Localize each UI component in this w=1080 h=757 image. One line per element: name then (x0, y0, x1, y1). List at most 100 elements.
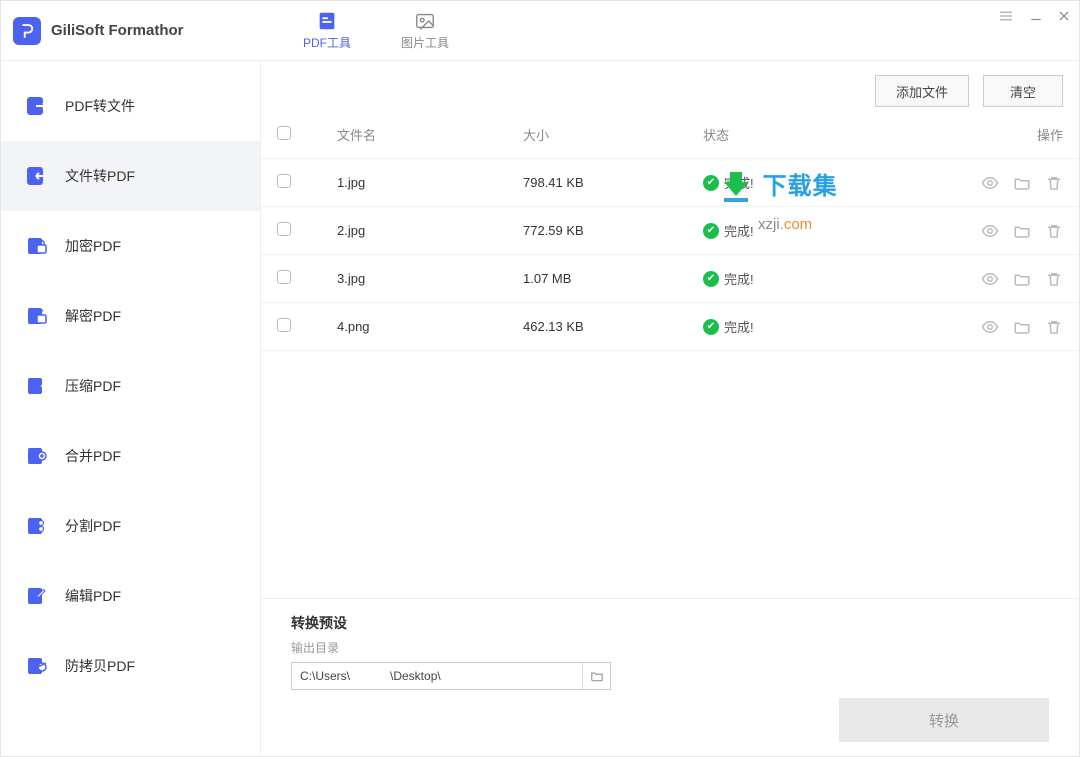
preview-icon[interactable] (981, 318, 999, 336)
unlock-icon (25, 304, 49, 328)
sidebar-item-edit-pdf[interactable]: 编辑PDF (1, 561, 260, 631)
table-row: 3.jpg 1.07 MB ✔完成! (261, 255, 1079, 303)
menu-icon[interactable] (997, 9, 1015, 23)
sidebar: PDF转文件 文件转PDF 加密PDF 解密PDF 压缩PDF 合并PDF 分割… (1, 61, 261, 756)
merge-icon (25, 444, 49, 468)
file-table: 文件名 大小 状态 操作 1.jpg 798.41 KB ✔完成! 2.jpg … (261, 111, 1079, 598)
table-row: 2.jpg 772.59 KB ✔完成! (261, 207, 1079, 255)
app-logo-icon (13, 17, 41, 45)
tab-pdf-tools[interactable]: PDF工具 (303, 10, 351, 51)
clear-button[interactable]: 清空 (983, 75, 1063, 107)
row-name: 1.jpg (337, 175, 523, 190)
open-folder-icon[interactable] (1013, 270, 1031, 288)
top-tabs: PDF工具 图片工具 (303, 10, 449, 51)
sidebar-item-label: 防拷贝PDF (65, 656, 135, 676)
check-circle-icon: ✔ (703, 175, 719, 191)
app-title: GiliSoft Formathor (51, 22, 184, 39)
image-icon (414, 10, 436, 32)
row-size: 798.41 KB (523, 175, 703, 190)
edit-icon (25, 584, 49, 608)
sidebar-item-split-pdf[interactable]: 分割PDF (1, 491, 260, 561)
row-ops (903, 270, 1063, 288)
sidebar-item-encrypt-pdf[interactable]: 加密PDF (1, 211, 260, 281)
checkbox-all[interactable] (277, 126, 337, 143)
row-checkbox[interactable] (277, 270, 337, 287)
convert-bar: 转换 (291, 698, 1049, 742)
add-file-button[interactable]: 添加文件 (875, 75, 969, 107)
close-icon[interactable] (1057, 9, 1071, 23)
row-size: 772.59 KB (523, 223, 703, 238)
main-area: 添加文件 清空 文件名 大小 状态 操作 1.jpg 798.41 KB ✔完成… (261, 61, 1079, 756)
sidebar-item-label: PDF转文件 (65, 96, 135, 116)
convert-button[interactable]: 转换 (839, 698, 1049, 742)
check-circle-icon: ✔ (703, 223, 719, 239)
logo-area: GiliSoft Formathor (13, 17, 263, 45)
row-name: 4.png (337, 319, 523, 334)
sidebar-item-merge-pdf[interactable]: 合并PDF (1, 421, 260, 491)
row-name: 3.jpg (337, 271, 523, 286)
window-controls (997, 9, 1071, 23)
row-status: ✔完成! (703, 173, 903, 192)
minimize-icon[interactable] (1029, 9, 1043, 23)
delete-icon[interactable] (1045, 270, 1063, 288)
check-circle-icon: ✔ (703, 271, 719, 287)
sidebar-item-anticopy-pdf[interactable]: 防拷贝PDF (1, 631, 260, 701)
open-folder-icon[interactable] (1013, 318, 1031, 336)
row-ops (903, 174, 1063, 192)
preview-icon[interactable] (981, 270, 999, 288)
sidebar-item-label: 文件转PDF (65, 166, 135, 186)
pdf-icon (316, 10, 338, 32)
row-status: ✔完成! (703, 317, 903, 336)
row-size: 1.07 MB (523, 271, 703, 286)
sidebar-item-label: 加密PDF (65, 236, 121, 256)
row-size: 462.13 KB (523, 319, 703, 334)
sidebar-item-label: 合并PDF (65, 446, 121, 466)
preset-title: 转换预设 (291, 613, 1049, 633)
tab-image-tools[interactable]: 图片工具 (401, 10, 449, 51)
tab-image-label: 图片工具 (401, 34, 449, 51)
tab-pdf-label: PDF工具 (303, 34, 351, 51)
import-icon (25, 164, 49, 188)
row-ops (903, 222, 1063, 240)
sidebar-item-decrypt-pdf[interactable]: 解密PDF (1, 281, 260, 351)
row-status: ✔完成! (703, 221, 903, 240)
output-path-input[interactable] (292, 669, 582, 683)
delete-icon[interactable] (1045, 222, 1063, 240)
titlebar: GiliSoft Formathor PDF工具 图片工具 (1, 1, 1079, 61)
open-folder-icon[interactable] (1013, 222, 1031, 240)
row-name: 2.jpg (337, 223, 523, 238)
sidebar-item-label: 解密PDF (65, 306, 121, 326)
main-toolbar: 添加文件 清空 (261, 61, 1079, 111)
output-dir-label: 输出目录 (291, 639, 1049, 656)
col-size: 大小 (523, 125, 703, 144)
sidebar-item-pdf-to-file[interactable]: PDF转文件 (1, 71, 260, 141)
col-ops: 操作 (903, 125, 1063, 144)
sidebar-item-label: 压缩PDF (65, 376, 121, 396)
sidebar-item-compress-pdf[interactable]: 压缩PDF (1, 351, 260, 421)
col-status: 状态 (703, 125, 903, 144)
sidebar-item-label: 编辑PDF (65, 586, 121, 606)
col-name: 文件名 (337, 125, 523, 144)
preview-icon[interactable] (981, 174, 999, 192)
row-checkbox[interactable] (277, 318, 337, 335)
preview-icon[interactable] (981, 222, 999, 240)
compress-icon (25, 374, 49, 398)
row-ops (903, 318, 1063, 336)
sidebar-item-file-to-pdf[interactable]: 文件转PDF (1, 141, 260, 211)
lock-icon (25, 234, 49, 258)
bottom-panel: 转换预设 输出目录 转换 (261, 598, 1079, 756)
split-icon (25, 514, 49, 538)
export-icon (25, 94, 49, 118)
sidebar-item-label: 分割PDF (65, 516, 121, 536)
output-path-field (291, 662, 611, 690)
check-circle-icon: ✔ (703, 319, 719, 335)
table-row: 4.png 462.13 KB ✔完成! (261, 303, 1079, 351)
browse-folder-icon[interactable] (582, 663, 610, 689)
table-header: 文件名 大小 状态 操作 (261, 111, 1079, 159)
delete-icon[interactable] (1045, 318, 1063, 336)
row-checkbox[interactable] (277, 222, 337, 239)
open-folder-icon[interactable] (1013, 174, 1031, 192)
row-checkbox[interactable] (277, 174, 337, 191)
table-row: 1.jpg 798.41 KB ✔完成! (261, 159, 1079, 207)
delete-icon[interactable] (1045, 174, 1063, 192)
